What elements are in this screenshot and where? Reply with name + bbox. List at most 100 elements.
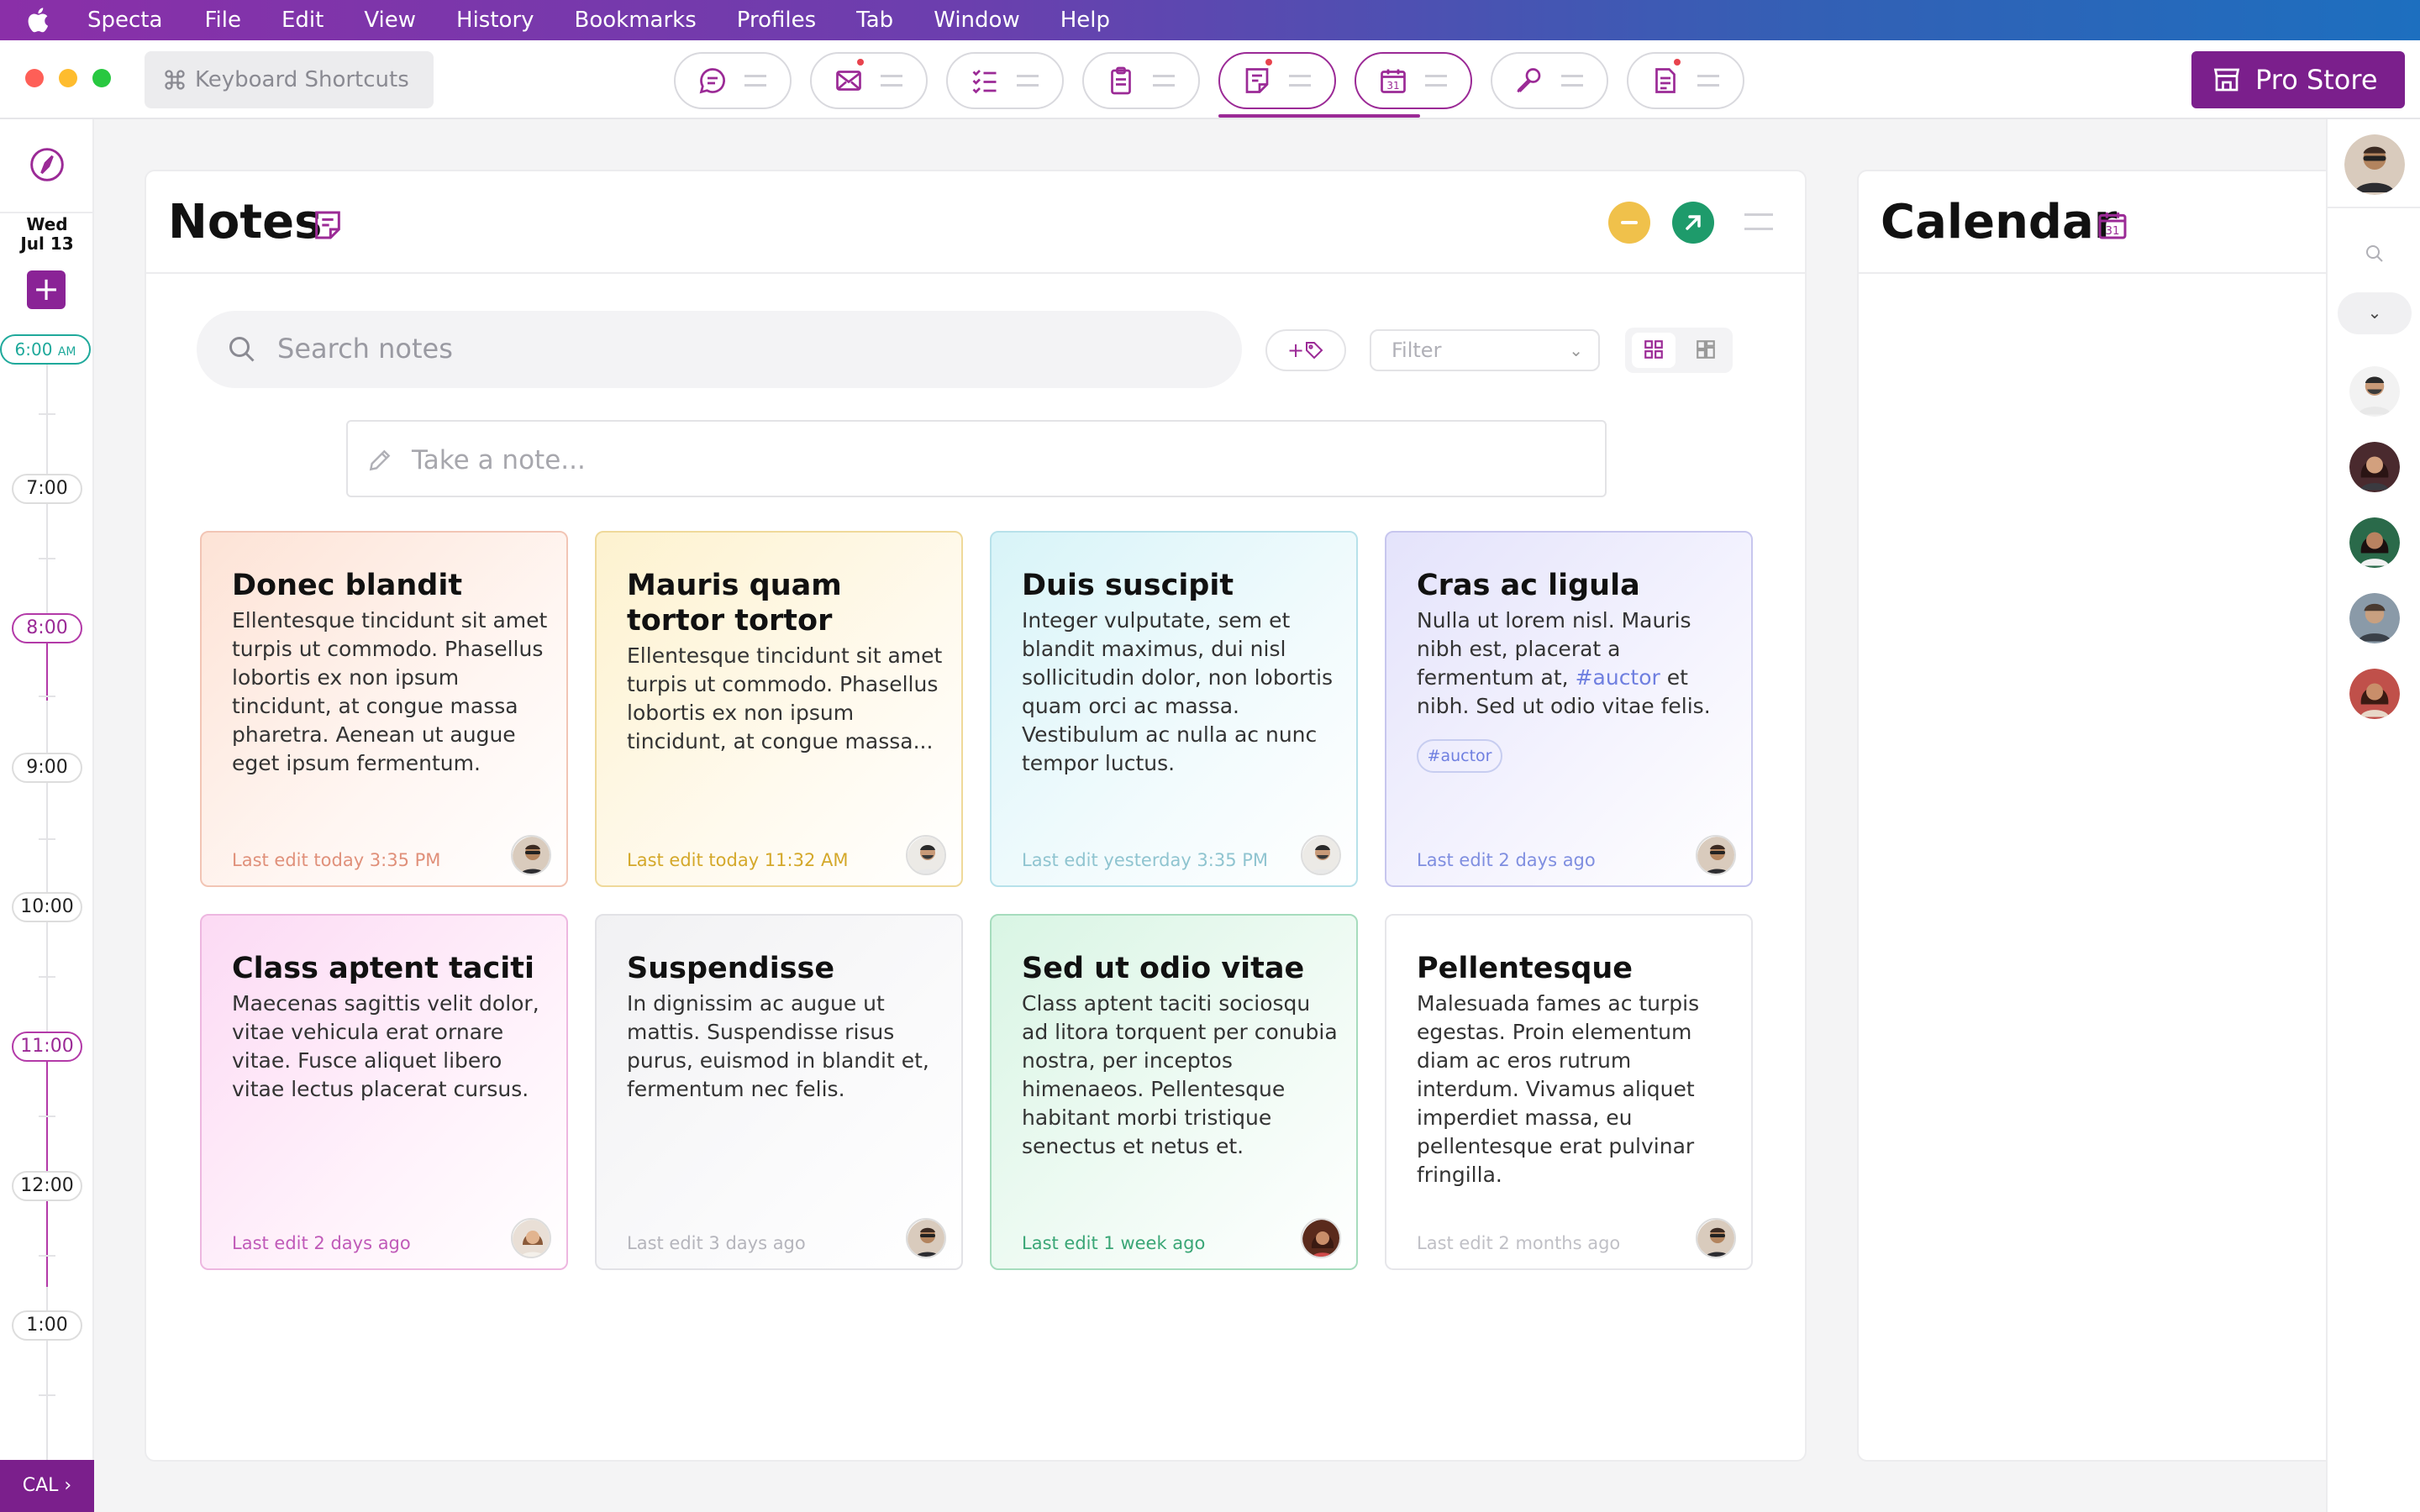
menu-history[interactable]: History <box>456 8 534 33</box>
keyboard-shortcuts-button[interactable]: Keyboard Shortcuts <box>145 51 434 108</box>
pro-store-button[interactable]: Pro Store <box>2191 51 2405 108</box>
search-icon[interactable] <box>2365 244 2385 264</box>
minimize-window-button[interactable] <box>59 69 77 87</box>
menu-profiles[interactable]: Profiles <box>737 8 816 33</box>
calendar-icon: 31 <box>2098 213 2127 239</box>
tab-voice[interactable] <box>1491 52 1608 109</box>
time-label[interactable]: 8:00 <box>12 613 82 643</box>
arrow-up-right-icon <box>1686 215 1701 230</box>
tab-mail[interactable] <box>810 52 928 109</box>
avatar[interactable] <box>1696 1218 1736 1258</box>
drag-handle-icon[interactable] <box>744 75 766 87</box>
drag-handle-icon[interactable] <box>1289 75 1311 87</box>
contact-avatar[interactable] <box>2349 442 2400 492</box>
drag-handle-icon[interactable] <box>1425 75 1447 87</box>
tab-chat[interactable] <box>674 52 792 109</box>
add-tag-button[interactable]: + <box>1265 329 1346 371</box>
menu-bookmarks[interactable]: Bookmarks <box>575 8 697 33</box>
contact-avatar[interactable] <box>2349 366 2400 417</box>
zoom-window-button[interactable] <box>92 69 111 87</box>
current-date: Wed Jul 13 <box>0 215 94 254</box>
contact-avatar[interactable] <box>2349 593 2400 643</box>
note-card[interactable]: Sed ut odio vitae Class aptent taciti so… <box>990 914 1358 1270</box>
chevron-down-icon: ⌄ <box>2367 302 2382 323</box>
time-label[interactable]: 9:00 <box>12 753 82 783</box>
drag-handle-icon[interactable] <box>1744 213 1773 230</box>
note-card[interactable]: Cras ac ligula Nulla ut lorem nisl. Maur… <box>1385 531 1753 887</box>
menu-file[interactable]: File <box>204 8 241 33</box>
notes-icon <box>1245 68 1269 93</box>
drag-handle-icon[interactable] <box>1017 75 1039 87</box>
menu-edit[interactable]: Edit <box>281 8 324 33</box>
drag-handle-icon[interactable] <box>1153 75 1175 87</box>
expand-contacts-button[interactable]: ⌄ <box>2338 292 2412 334</box>
note-card[interactable]: Mauris quam tortor tortor Ellentesque ti… <box>595 531 963 887</box>
clipboard-icon <box>1111 66 1131 95</box>
note-title: Cras ac ligula <box>1417 569 1640 602</box>
note-card[interactable]: Pellentesque Malesuada fames ac turpis e… <box>1385 914 1753 1270</box>
divider <box>0 212 94 213</box>
avatar[interactable] <box>511 1218 551 1258</box>
avatar[interactable] <box>906 1218 946 1258</box>
close-window-button[interactable] <box>25 69 44 87</box>
menu-help[interactable]: Help <box>1060 8 1110 33</box>
pro-store-label: Pro Store <box>2255 64 2378 96</box>
calendar-icon: 31 <box>1381 69 1406 93</box>
menu-tab[interactable]: Tab <box>856 8 893 33</box>
note-card[interactable]: Donec blandit Ellentesque tincidunt sit … <box>200 531 568 887</box>
avatar[interactable] <box>906 835 946 875</box>
tab-documents[interactable] <box>1627 52 1744 109</box>
grid-view-icon[interactable] <box>1643 339 1665 360</box>
note-last-edit: Last edit 2 days ago <box>232 1233 411 1253</box>
search-notes-field[interactable]: Search notes <box>197 311 1242 388</box>
tag-chip[interactable]: #auctor <box>1417 739 1502 773</box>
minimize-panel-button[interactable] <box>1608 202 1650 244</box>
note-body: Class aptent taciti sociosqu ad litora t… <box>1022 991 1338 1158</box>
note-card[interactable]: Suspendisse In dignissim ac augue ut mat… <box>595 914 963 1270</box>
compass-icon[interactable] <box>29 146 66 183</box>
menu-window[interactable]: Window <box>934 8 1020 33</box>
search-placeholder: Search notes <box>277 333 453 365</box>
drag-handle-icon[interactable] <box>881 75 902 87</box>
avatar[interactable] <box>511 835 551 875</box>
note-last-edit: Last edit 2 months ago <box>1417 1233 1621 1253</box>
note-card[interactable]: Class aptent taciti Maecenas sagittis ve… <box>200 914 568 1270</box>
add-event-button[interactable]: + <box>27 270 66 309</box>
expand-panel-button[interactable] <box>1672 202 1714 244</box>
calendar-day-text: 31 <box>2106 225 2120 238</box>
tab-calendar[interactable]: 31 <box>1355 52 1472 109</box>
drag-handle-icon[interactable] <box>1697 75 1719 87</box>
tab-tasks[interactable] <box>946 52 1064 109</box>
avatar[interactable] <box>1301 1218 1341 1258</box>
document-icon <box>1655 68 1676 93</box>
contact-avatar[interactable] <box>2349 669 2400 719</box>
note-last-edit: Last edit today 11:32 AM <box>627 850 849 870</box>
inline-tag-link[interactable]: #auctor <box>1576 665 1660 690</box>
calendar-toggle-button[interactable]: CAL › <box>0 1460 94 1512</box>
take-note-field[interactable]: Take a note... <box>346 420 1607 497</box>
menu-app-name[interactable]: Specta <box>87 8 162 33</box>
time-label[interactable]: 11:00 <box>12 1032 82 1062</box>
calendar-day-text: 31 <box>1386 80 1399 92</box>
time-label[interactable]: 7:00 <box>12 474 82 504</box>
tag-icon <box>1306 342 1323 360</box>
list-view-icon[interactable] <box>1695 339 1717 360</box>
tab-clipboard[interactable] <box>1082 52 1200 109</box>
filter-dropdown[interactable]: Filter ⌄ <box>1370 329 1600 371</box>
note-title: Suspendisse <box>627 952 835 985</box>
time-label[interactable]: 1:00 <box>12 1310 82 1341</box>
time-label[interactable]: 10:00 <box>12 892 82 922</box>
apple-icon[interactable] <box>25 6 54 34</box>
tab-notes[interactable] <box>1218 52 1336 109</box>
avatar[interactable] <box>1696 835 1736 875</box>
note-card[interactable]: Duis suscipit Integer vulputate, sem et … <box>990 531 1358 887</box>
menu-view[interactable]: View <box>364 8 416 33</box>
drag-handle-icon[interactable] <box>1561 75 1583 87</box>
avatar[interactable] <box>1301 835 1341 875</box>
user-avatar[interactable] <box>2344 134 2405 195</box>
current-time: 6:00 <box>14 339 53 360</box>
contact-avatar[interactable] <box>2349 517 2400 568</box>
time-label[interactable]: 12:00 <box>12 1171 82 1201</box>
notes-header: Notes <box>146 171 1805 274</box>
note-title: Mauris quam tortor tortor <box>627 569 842 638</box>
